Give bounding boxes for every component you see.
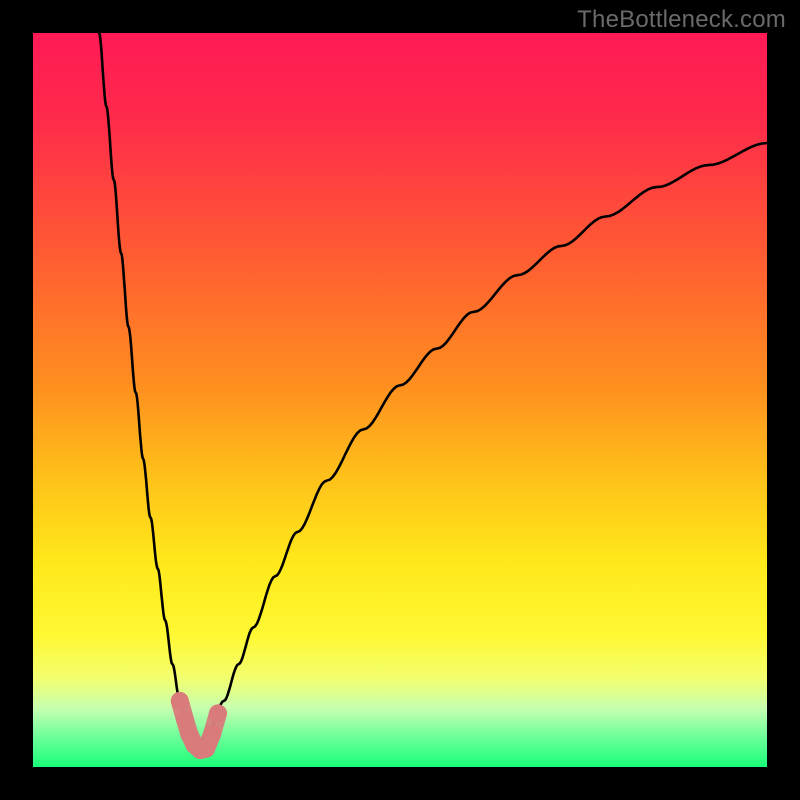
watermark-text: TheBottleneck.com [577,6,786,34]
valley-marker-dot [171,692,189,710]
chart-svg [0,0,800,800]
plot-background [33,33,767,767]
valley-marker-dot [209,704,227,722]
valley-marker-dot [203,725,221,743]
chart-stage: TheBottleneck.com [0,0,800,800]
